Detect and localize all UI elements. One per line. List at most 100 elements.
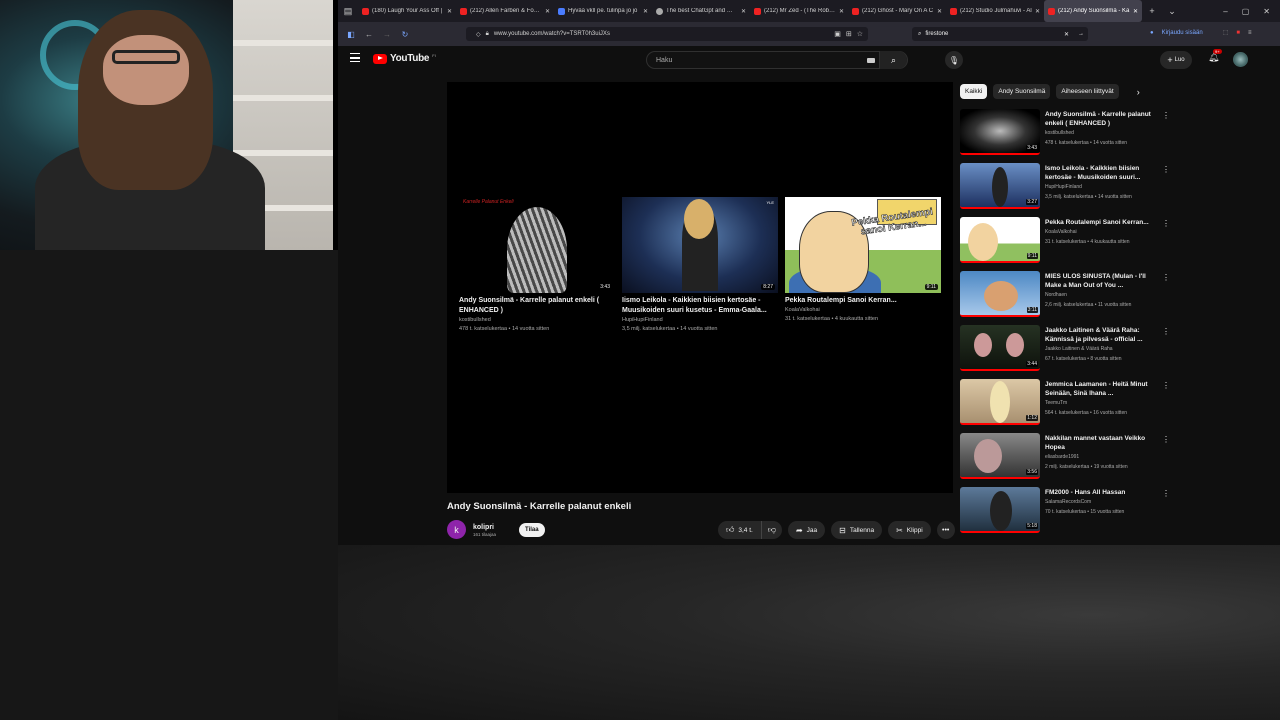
- browser-tab[interactable]: (212) Mr Zed - (The Robot) ✕: [750, 0, 848, 22]
- related-thumbnail[interactable]: 3:56: [960, 433, 1040, 479]
- reload-icon[interactable]: ↻: [400, 30, 410, 39]
- back-icon[interactable]: ←: [364, 30, 374, 39]
- like-button[interactable]: 👍︎ 3,4 t.: [718, 521, 762, 539]
- browser-tab[interactable]: (180) Laugh Your Ass Off | ✕: [358, 0, 456, 22]
- keyboard-icon[interactable]: [867, 57, 875, 63]
- maximize-icon[interactable]: ▢: [1242, 7, 1250, 16]
- close-window-icon[interactable]: ✕: [1263, 7, 1270, 16]
- kebab-menu-icon[interactable]: ⋮: [1162, 381, 1170, 390]
- related-video[interactable]: 3:43 Andy Suonsilmä - Karrelle palanut e…: [960, 109, 1170, 163]
- close-tab-icon[interactable]: ✕: [545, 8, 550, 15]
- close-tab-icon[interactable]: ✕: [839, 8, 844, 15]
- related-channel[interactable]: eliasbarde1991: [1045, 452, 1160, 462]
- related-channel[interactable]: KoalaValkohai: [1045, 227, 1160, 237]
- video-title[interactable]: Pekka Routalempi Sanoi Kerran...: [785, 296, 941, 306]
- related-thumbnail[interactable]: 3:11: [960, 271, 1040, 317]
- close-tab-icon[interactable]: ✕: [447, 8, 452, 15]
- browser-tab-active[interactable]: (212) Andy Suonsilmä - Ka ✕: [1044, 0, 1142, 22]
- screenshot-icon[interactable]: ⊞: [846, 30, 852, 38]
- chip-all[interactable]: Kaikki: [960, 84, 988, 99]
- user-avatar[interactable]: [1233, 52, 1248, 67]
- channel-name[interactable]: KoalaValkohai: [785, 306, 941, 315]
- endscreen-video[interactable]: Karrelle Palanut Enkeli 3:43 Andy Suonsi…: [459, 197, 615, 334]
- subscribe-button[interactable]: Tilaa: [519, 522, 545, 537]
- bookmark-star-icon[interactable]: ☆: [857, 30, 863, 38]
- new-tab-icon[interactable]: +: [1142, 6, 1162, 16]
- browser-tab[interactable]: (212) Allen Farben & Foote ✕: [456, 0, 554, 22]
- sidebar-toggle-icon[interactable]: ◧: [346, 30, 356, 39]
- browser-tab[interactable]: (212) Ghost - Mary On A C ✕: [848, 0, 946, 22]
- minimize-icon[interactable]: –: [1223, 7, 1227, 16]
- related-video[interactable]: 3:56 Nakkilan mannet vastaan Veikko Hope…: [960, 433, 1170, 487]
- kebab-menu-icon[interactable]: ⋮: [1162, 111, 1170, 120]
- clear-icon[interactable]: ✕: [1064, 31, 1074, 38]
- related-channel[interactable]: TeemuTm: [1045, 398, 1160, 408]
- tab-list-icon[interactable]: ⌄: [1162, 6, 1182, 17]
- endscreen-video[interactable]: YLE 8:27 Iismo Leikola - Kaikkien biisie…: [622, 197, 778, 334]
- browser-tab[interactable]: The best ChatGpt and Wolc ✕: [652, 0, 750, 22]
- youtube-logo[interactable]: YouTube FI: [373, 53, 436, 64]
- clip-button[interactable]: ✂ Klippi: [888, 521, 931, 539]
- related-video[interactable]: 3:44 Jaakko Laitinen & Väärä Raha: Känni…: [960, 325, 1170, 379]
- chip-artist[interactable]: Andy Suonsilmä: [993, 84, 1051, 99]
- menu-icon[interactable]: ≡: [1248, 30, 1252, 36]
- url-bar[interactable]: ◇ 🔒︎ www.youtube.com/watch?v=TSRT0h3uiJX…: [466, 27, 868, 41]
- kebab-menu-icon[interactable]: ⋮: [1162, 327, 1170, 336]
- reader-mode-icon[interactable]: ▣: [834, 30, 841, 38]
- extension-red-icon[interactable]: ■: [1236, 30, 1240, 36]
- create-button[interactable]: + Luo: [1160, 51, 1192, 69]
- kebab-menu-icon[interactable]: ⋮: [1162, 273, 1170, 282]
- channel-avatar[interactable]: k: [447, 520, 466, 539]
- channel-name[interactable]: HupiHupiFinland: [622, 316, 778, 325]
- related-title[interactable]: Nakkilan mannet vastaan Veikko Hopea: [1045, 434, 1160, 452]
- related-title[interactable]: Jemmica Laamanen - Heitä Minut Seinään, …: [1045, 380, 1160, 398]
- related-channel[interactable]: Jaakko Laitinen & Väärä Raha: [1045, 344, 1160, 354]
- channel-name-link[interactable]: kolipri: [473, 523, 496, 532]
- chevron-right-icon[interactable]: ›: [1137, 87, 1140, 97]
- related-video[interactable]: 9:11 Pekka Routalempi Sanoi Kerran... Koa…: [960, 217, 1170, 271]
- video-thumbnail[interactable]: Pekka Routalempi sanoi Kerran... 9:11: [785, 197, 941, 293]
- kebab-menu-icon[interactable]: ⋮: [1162, 435, 1170, 444]
- related-thumbnail[interactable]: 3:43: [960, 109, 1040, 155]
- close-tab-icon[interactable]: ✕: [1133, 8, 1138, 15]
- related-thumbnail[interactable]: 9:11: [960, 217, 1040, 263]
- related-channel[interactable]: Nordhaen: [1045, 290, 1160, 300]
- endscreen-video[interactable]: Pekka Routalempi sanoi Kerran... 9:11 Pe…: [785, 197, 941, 324]
- related-video[interactable]: 1:12 Jemmica Laamanen - Heitä Minut Sein…: [960, 379, 1170, 433]
- extension-search-box[interactable]: ⌕ firestone ✕ →: [912, 27, 1088, 41]
- voice-search-icon[interactable]: 🎙︎: [945, 51, 963, 69]
- related-title[interactable]: Pekka Routalempi Sanoi Kerran...: [1045, 218, 1160, 227]
- related-channel[interactable]: HupiHupiFinland: [1045, 182, 1160, 192]
- related-thumbnail[interactable]: 1:12: [960, 379, 1040, 425]
- arrow-right-icon[interactable]: →: [1078, 31, 1088, 37]
- notifications-bell-icon[interactable]: 🔔︎ 9+: [1208, 49, 1222, 63]
- shield-icon[interactable]: ◇: [476, 31, 481, 38]
- kebab-menu-icon[interactable]: ⋮: [1162, 219, 1170, 228]
- video-title[interactable]: Andy Suonsilmä - Karrelle palanut enkeli…: [459, 296, 615, 316]
- video-title[interactable]: Iismo Leikola - Kaikkien biisien kertosä…: [622, 296, 778, 316]
- account-icon[interactable]: ●: [1150, 30, 1154, 36]
- hamburger-menu-icon[interactable]: [350, 53, 360, 62]
- related-thumbnail[interactable]: 3:27: [960, 163, 1040, 209]
- chip-related[interactable]: Aiheeseen liittyvät: [1056, 84, 1119, 99]
- related-thumbnail[interactable]: 5:18: [960, 487, 1040, 533]
- kebab-menu-icon[interactable]: ⋮: [1162, 165, 1170, 174]
- lock-icon[interactable]: 🔒︎: [486, 31, 489, 38]
- youtube-search-input[interactable]: Haku ⌕: [646, 51, 908, 69]
- close-tab-icon[interactable]: ✕: [937, 8, 942, 15]
- close-tab-icon[interactable]: ✕: [1035, 8, 1040, 15]
- save-button[interactable]: ⊟ Tallenna: [831, 521, 883, 539]
- related-title[interactable]: Ismo Leikola - Kaikkien biisien kertosäe…: [1045, 164, 1160, 182]
- channel-name[interactable]: kostibullshed: [459, 316, 615, 325]
- share-button[interactable]: ➦ Jaa: [787, 521, 826, 539]
- related-video[interactable]: 5:18 FM2000 - Hans All Hassan SalamaRecor…: [960, 487, 1170, 541]
- related-title[interactable]: Jaakko Laitinen & Väärä Raha: Kännissä j…: [1045, 326, 1160, 344]
- kebab-menu-icon[interactable]: ⋮: [1162, 489, 1170, 498]
- search-button-icon[interactable]: ⌕: [879, 51, 907, 69]
- forward-icon[interactable]: →: [382, 30, 392, 39]
- tab-overview-icon[interactable]: ▤: [338, 6, 358, 17]
- related-channel[interactable]: SalamaRecordsCom: [1045, 497, 1160, 507]
- related-video[interactable]: 3:11 MIES ULOS SINUSTA (Mulan - I'll Mak…: [960, 271, 1170, 325]
- signin-link[interactable]: Kirjaudu sisään: [1162, 30, 1203, 36]
- video-player[interactable]: Karrelle Palanut Enkeli 3:43 Andy Suonsi…: [447, 82, 953, 493]
